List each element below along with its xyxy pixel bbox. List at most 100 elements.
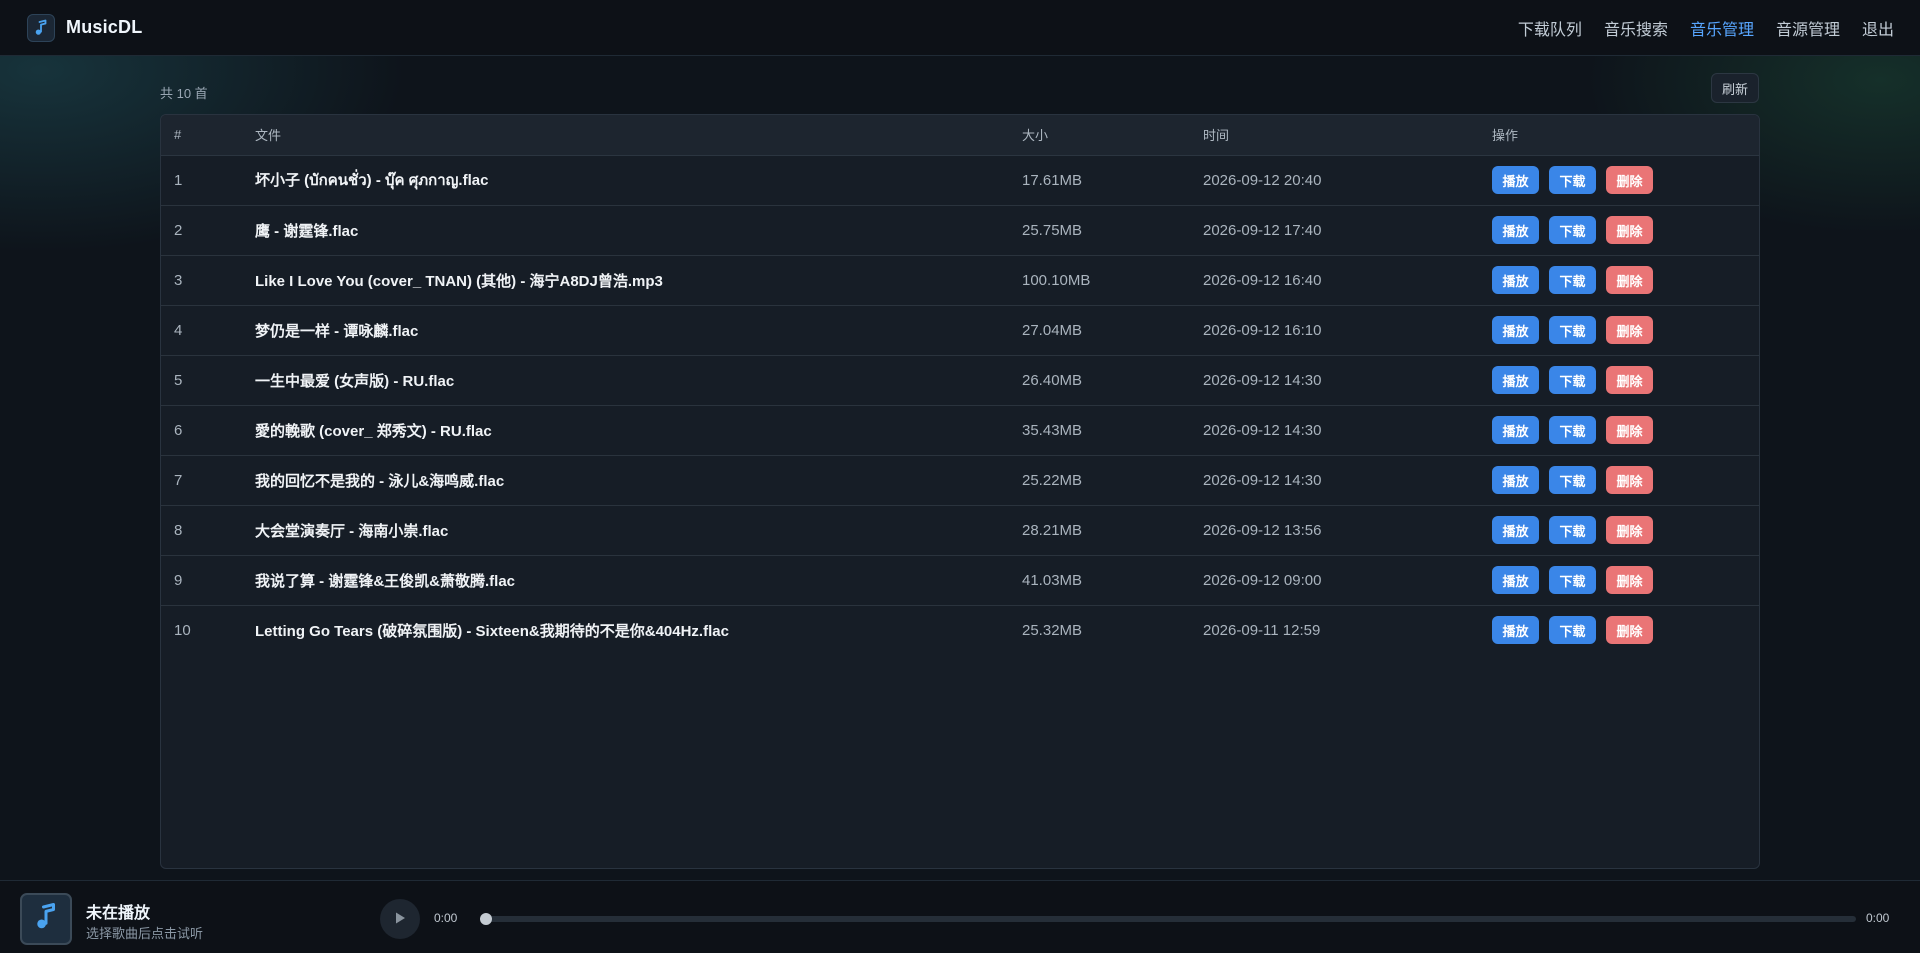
download-song-button[interactable]: 下载 — [1549, 466, 1596, 494]
row-file-name: Letting Go Tears (破碎氛围版) - Sixteen&我期待的不… — [255, 622, 729, 640]
nav-music-management[interactable]: 音乐管理 — [1690, 16, 1754, 40]
play-song-button[interactable]: 播放 — [1492, 216, 1539, 244]
delete-song-button[interactable]: 删除 — [1606, 466, 1653, 494]
play-song-button[interactable]: 播放 — [1492, 166, 1539, 194]
row-file-size: 26.40MB — [1022, 355, 1203, 406]
delete-song-button[interactable]: 删除 — [1606, 166, 1653, 194]
row-index: 6 — [161, 405, 255, 456]
row-actions: 播放 下载 删除 — [1492, 205, 1759, 256]
play-button[interactable] — [380, 899, 420, 939]
row-actions: 播放 下载 删除 — [1492, 505, 1759, 556]
nav-logout[interactable]: 退出 — [1862, 16, 1894, 40]
delete-song-button[interactable]: 删除 — [1606, 516, 1653, 544]
download-song-button[interactable]: 下载 — [1549, 616, 1596, 645]
row-index: 1 — [161, 155, 255, 206]
header-file: 文件 — [255, 115, 1022, 156]
delete-song-button[interactable]: 删除 — [1606, 216, 1653, 244]
row-action-group: 播放 下载 删除 — [1492, 616, 1759, 645]
row-file-name: 我的回忆不是我的 - 泳儿&海鸣威.flac — [255, 455, 1022, 506]
download-song-button[interactable]: 下载 — [1549, 166, 1596, 194]
play-song-button[interactable]: 播放 — [1492, 266, 1539, 294]
row-index: 3 — [161, 255, 255, 306]
delete-song-button[interactable]: 删除 — [1606, 566, 1653, 594]
music-note-icon — [31, 902, 61, 937]
now-playing-title: 未在播放 — [86, 905, 151, 922]
song-count: 共 10 首 — [160, 86, 208, 101]
nav-music-search[interactable]: 音乐搜索 — [1604, 16, 1668, 40]
row-action-group: 播放 下载 删除 — [1492, 316, 1759, 344]
download-song-button[interactable]: 下载 — [1549, 216, 1596, 244]
album-cover — [20, 893, 72, 945]
row-actions: 播放 下载 删除 — [1492, 605, 1759, 655]
row-action-group: 播放 下载 删除 — [1492, 416, 1759, 444]
row-time: 2026-09-12 16:10 — [1203, 305, 1492, 356]
row-actions: 播放 下载 删除 — [1492, 355, 1759, 406]
row-file-name: 一生中最爱 (女声版) - RU.flac — [255, 355, 1022, 406]
header-index: # — [161, 115, 255, 156]
play-song-button[interactable]: 播放 — [1492, 516, 1539, 544]
table-body: 1 坏小子 (บักคนชั่ว) - บุ๊ค ศุภกาญ.flac 17.61… — [161, 155, 1759, 655]
row-time: 2026-09-12 13:56 — [1203, 505, 1492, 556]
row-file-size: 25.75MB — [1022, 205, 1203, 256]
main-nav: 下载队列 音乐搜索 音乐管理 音源管理 退出 — [1518, 16, 1894, 40]
table-row: 5 一生中最爱 (女声版) - RU.flac 26.40MB 2026-09-12 … — [161, 355, 1759, 406]
row-time: 2026-09-11 12:59 — [1203, 621, 1321, 639]
row-file-size: 17.61MB — [1022, 155, 1203, 206]
row-file-name: 鹰 - 谢霆锋.flac — [255, 205, 1022, 256]
row-actions: 播放 下载 删除 — [1492, 255, 1759, 306]
brand[interactable]: MusicDL — [27, 13, 142, 42]
row-file-name: Like I Love You (cover_ TNAN) (其他) - 海宁A… — [255, 255, 1022, 306]
row-actions: 播放 下载 删除 — [1492, 455, 1759, 506]
table-row: 1 坏小子 (บักคนชั่ว) - บุ๊ค ศุภกาญ.flac 17.61… — [161, 155, 1759, 206]
row-actions: 播放 下载 删除 — [1492, 405, 1759, 456]
nav-download-queue[interactable]: 下载队列 — [1518, 16, 1582, 40]
play-song-button[interactable]: 播放 — [1492, 616, 1539, 645]
delete-song-button[interactable]: 删除 — [1606, 316, 1653, 344]
row-index: 5 — [161, 355, 255, 406]
download-song-button[interactable]: 下载 — [1549, 416, 1596, 444]
total-time: 0:00 — [1866, 911, 1890, 925]
top-header: MusicDL 下载队列 音乐搜索 音乐管理 音源管理 退出 — [0, 0, 1920, 56]
play-song-button[interactable]: 播放 — [1492, 366, 1539, 394]
delete-song-button[interactable]: 删除 — [1606, 266, 1653, 294]
table-row: 6 愛的輓歌 (cover_ 郑秀文) - RU.flac 35.43MB 2026-… — [161, 405, 1759, 456]
row-time: 2026-09-12 09:00 — [1203, 555, 1492, 606]
row-file-size: 25.32MB — [1022, 621, 1083, 639]
row-time: 2026-09-12 14:30 — [1203, 355, 1492, 406]
download-song-button[interactable]: 下载 — [1549, 266, 1596, 294]
download-song-button[interactable]: 下载 — [1549, 566, 1596, 594]
table-row: 7 我的回忆不是我的 - 泳儿&海鸣威.flac 25.22MB 2026-09-12… — [161, 455, 1759, 506]
nav-source-management[interactable]: 音源管理 — [1776, 16, 1840, 40]
row-index: 7 — [161, 455, 255, 506]
row-file-size: 25.22MB — [1022, 455, 1203, 506]
row-index: 2 — [161, 205, 255, 256]
download-song-button[interactable]: 下载 — [1549, 366, 1596, 394]
delete-song-button[interactable]: 删除 — [1606, 366, 1653, 394]
header-time: 时间 — [1203, 115, 1492, 156]
row-index: 4 — [161, 305, 255, 356]
row-actions: 播放 下载 删除 — [1492, 155, 1759, 206]
row-actions: 播放 下载 删除 — [1492, 555, 1759, 606]
progress-knob[interactable] — [480, 913, 492, 925]
row-time: 2026-09-12 16:40 — [1203, 255, 1492, 306]
delete-song-button[interactable]: 删除 — [1606, 616, 1653, 645]
music-note-icon — [27, 13, 55, 42]
play-song-button[interactable]: 播放 — [1492, 566, 1539, 594]
play-song-button[interactable]: 播放 — [1492, 416, 1539, 444]
progress-slider[interactable] — [480, 913, 1856, 925]
row-action-group: 播放 下载 删除 — [1492, 516, 1759, 544]
row-file-name: 愛的輓歌 (cover_ 郑秀文) - RU.flac — [255, 405, 1022, 456]
row-action-group: 播放 下载 删除 — [1492, 566, 1759, 594]
download-song-button[interactable]: 下载 — [1549, 516, 1596, 544]
player-bar: 未在播放 选择歌曲后点击试听 0:00 0:00 — [0, 880, 1920, 953]
play-song-button[interactable]: 播放 — [1492, 466, 1539, 494]
delete-song-button[interactable]: 删除 — [1606, 416, 1653, 444]
row-index: 8 — [161, 505, 255, 556]
play-song-button[interactable]: 播放 — [1492, 316, 1539, 344]
refresh-button[interactable]: 刷新 — [1711, 73, 1759, 103]
songs-table: # 文件 大小 时间 操作 1 坏小子 (บักคนชั่ว) - บุ๊ค ศุ… — [161, 115, 1759, 655]
download-song-button[interactable]: 下载 — [1549, 316, 1596, 344]
row-file-size: 100.10MB — [1022, 255, 1203, 306]
row-file-size: 28.21MB — [1022, 505, 1203, 556]
songs-table-panel: # 文件 大小 时间 操作 1 坏小子 (บักคนชั่ว) - บุ๊ค ศุ… — [160, 114, 1760, 869]
